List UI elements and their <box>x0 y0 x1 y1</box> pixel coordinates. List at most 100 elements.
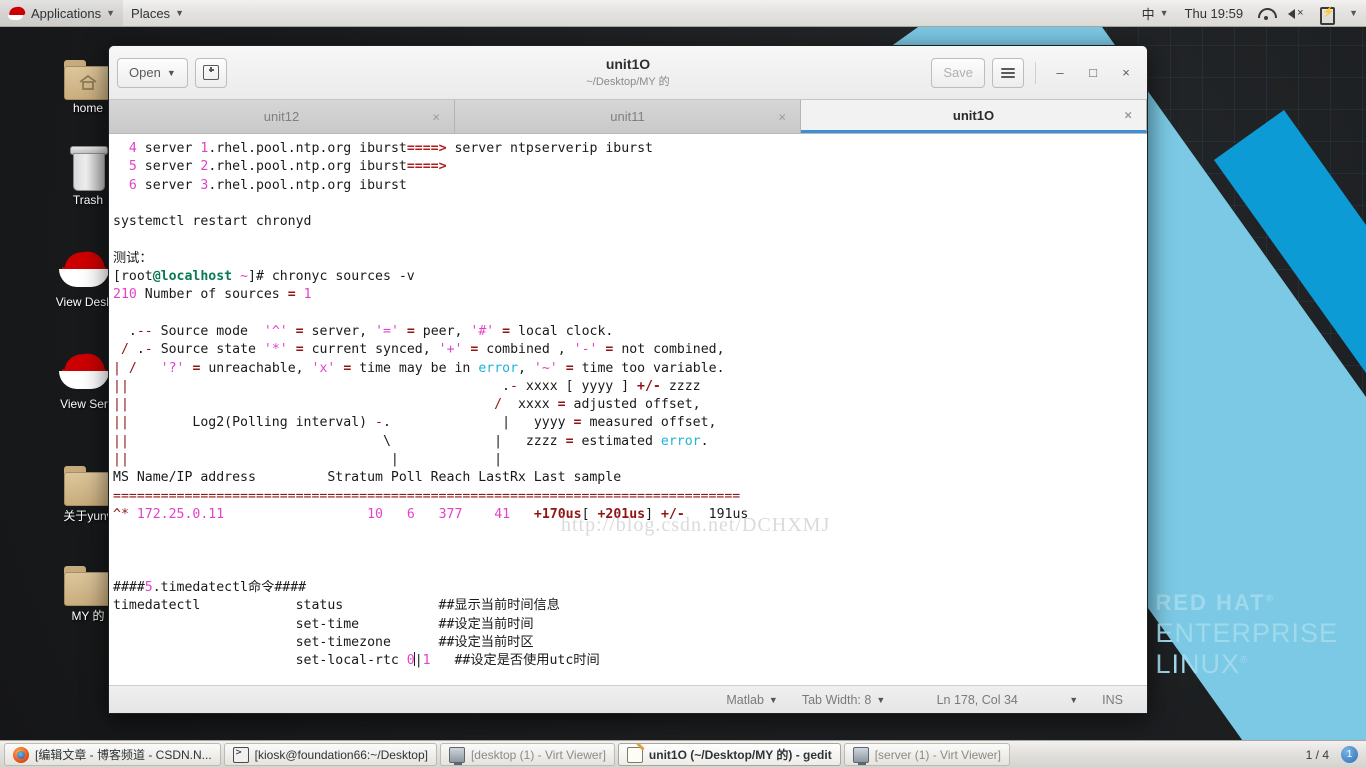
chevron-down-icon: ▼ <box>876 694 886 705</box>
hamburger-menu-icon <box>1001 66 1015 80</box>
chevron-down-icon: ▼ <box>768 694 778 705</box>
taskbar-item-label: [kiosk@foundation66:~/Desktop] <box>254 747 428 762</box>
taskbar-item-label: unit1O (~/Desktop/MY 的) - gedit <box>648 748 832 762</box>
text-cursor <box>414 652 416 667</box>
save-button-label: Save <box>943 65 973 80</box>
open-button[interactable]: Open ▼ <box>117 57 188 88</box>
taskbar-item-label: [server (1) - Virt Viewer] <box>874 747 1001 762</box>
tab-close-icon[interactable]: × <box>1124 108 1132 123</box>
language-label: Matlab <box>726 692 764 707</box>
maximize-button[interactable]: □ <box>1080 60 1106 86</box>
system-menu-chevron[interactable]: ▼ <box>1341 0 1366 26</box>
taskbar-item-label: [desktop (1) - Virt Viewer] <box>470 747 606 762</box>
menu-button[interactable] <box>992 57 1024 88</box>
editor-line: 测试： <box>113 250 153 266</box>
wallpaper-logo-line3: LINUX <box>1155 649 1240 679</box>
taskbar-item[interactable]: [编辑文章 - 博客频道 - CSDN.N... <box>4 743 221 766</box>
tab-close-icon[interactable]: × <box>432 109 440 124</box>
header-divider <box>1035 61 1036 84</box>
editor-line: || Log2(Polling interval) -. | yyyy = me… <box>113 415 717 431</box>
clock[interactable]: Thu 19:59 <box>1177 0 1252 26</box>
taskbar: [编辑文章 - 博客频道 - CSDN.N... [kiosk@foundatio… <box>0 740 1366 768</box>
speaker-muted-icon[interactable] <box>1286 4 1306 22</box>
tab-unit1O[interactable]: unit1O × <box>801 100 1147 133</box>
taskbar-item-label: [编辑文章 - 博客频道 - CSDN.N... <box>35 748 212 762</box>
editor-line: systemctl restart chronyd <box>113 214 312 230</box>
tab-label: unit11 <box>610 109 645 124</box>
tab-close-icon[interactable]: × <box>778 109 786 124</box>
editor-line: ^* 172.25.0.11 10 6 377 41 +170us[ +201u… <box>113 506 749 522</box>
battery-icon[interactable] <box>1316 4 1336 25</box>
terminal-icon <box>232 746 249 763</box>
cursor-position: Ln 178, Col 34 <box>897 693 1057 707</box>
editor-line: set-local-rtc 0|1 ##设定是否使用utc时间 <box>113 652 600 669</box>
top-panel-tray: 中 ▼ Thu 19:59 ▼ <box>1134 0 1366 26</box>
workspace-count-label: 1 / 4 <box>1305 747 1329 762</box>
workspace-switcher[interactable]: 1 / 4 1 <box>1302 746 1362 763</box>
places-menu[interactable]: Places ▼ <box>123 0 192 26</box>
open-button-label: Open <box>129 65 161 80</box>
editor-line: || .- xxxx [ yyyy ] +/- zzzz <box>113 378 701 394</box>
wallpaper-logo-line2: ENTERPRISE <box>1155 618 1338 648</box>
chevron-down-icon: ▼ <box>106 8 116 18</box>
status-bar: Matlab ▼ Tab Width: 8 ▼ Ln 178, Col 34 ▼… <box>109 685 1147 713</box>
tab-label: unit12 <box>263 109 300 124</box>
editor-line: [root@localhost ~]# chronyc sources -v <box>113 269 415 285</box>
chevron-down-icon: ▼ <box>166 67 176 78</box>
minimize-button[interactable]: – <box>1047 60 1073 86</box>
editor-text[interactable]: 4 server 1.rhel.pool.ntp.org iburst====>… <box>109 134 1147 685</box>
wallpaper-logo-line1: RED HAT <box>1155 590 1266 615</box>
editor-line: / .- Source state '*' = current synced, … <box>120 342 725 358</box>
input-method-label: 中 <box>1141 6 1155 22</box>
tab-unit11[interactable]: unit11 × <box>455 100 801 133</box>
chevron-down-icon: ▼ <box>1349 8 1358 18</box>
close-button[interactable]: × <box>1113 60 1139 86</box>
editor-line: ========================================… <box>113 488 741 504</box>
wallpaper-logo: RED HAT® ENTERPRISE LINUX® <box>1155 590 1338 679</box>
applications-menu-label: Applications <box>31 5 102 21</box>
insert-mode-indicator: INS <box>1090 693 1135 707</box>
language-selector[interactable]: Matlab ▼ <box>714 693 789 707</box>
gedit-window: Open ▼ unit1O ~/Desktop/MY 的 Save – □ × … <box>108 45 1148 714</box>
editor-line: | / '?' = unreachable, 'x' = time may be… <box>113 360 725 376</box>
chevron-down-icon: ▼ <box>175 8 184 18</box>
tab-bar: unit12 × unit11 × unit1O × <box>109 100 1147 134</box>
editor-line: || / xxxx = adjusted offset, <box>113 397 701 413</box>
taskbar-item[interactable]: [desktop (1) - Virt Viewer] <box>439 743 615 766</box>
insert-mode-label: INS <box>1102 692 1123 707</box>
tab-width-selector[interactable]: Tab Width: 8 ▼ <box>790 693 897 707</box>
workspace-badge[interactable]: 1 <box>1341 746 1358 763</box>
window-headerbar: Open ▼ unit1O ~/Desktop/MY 的 Save – □ × <box>109 46 1147 100</box>
firefox-icon <box>13 746 29 763</box>
editor-line: 6 server 3.rhel.pool.ntp.org iburst <box>128 177 407 193</box>
input-method-indicator[interactable]: 中 ▼ <box>1134 0 1177 26</box>
new-tab-button[interactable] <box>194 57 227 88</box>
editor-line: || | | <box>113 452 503 468</box>
editor-area[interactable]: 4 server 1.rhel.pool.ntp.org iburst====>… <box>109 134 1147 685</box>
vertical-scrollbar[interactable] <box>1133 134 1144 685</box>
editor-line: timedatectl status ##显示当前时间信息 <box>113 598 560 614</box>
taskbar-item[interactable]: [server (1) - Virt Viewer] <box>843 743 1010 766</box>
places-menu-label: Places <box>131 5 171 21</box>
editor-line: 5 server 2.rhel.pool.ntp.org iburst====> <box>128 159 447 175</box>
editor-line: 210 Number of sources = 1 <box>113 287 312 303</box>
save-button[interactable]: Save <box>931 57 985 88</box>
position-dropdown[interactable]: ▼ <box>1057 695 1090 705</box>
applications-menu[interactable]: Applications ▼ <box>0 0 124 26</box>
editor-line: .-- Source mode '^' = server, '=' = peer… <box>113 323 614 339</box>
taskbar-item[interactable]: [kiosk@foundation66:~/Desktop] <box>223 743 437 766</box>
editor-line: MS Name/IP address Stratum Poll Reach La… <box>113 470 622 486</box>
tab-unit12[interactable]: unit12 × <box>109 100 455 133</box>
editor-line: || \ | zzzz = estimated error. <box>113 433 709 449</box>
editor-line: set-time ##设定当前时间 <box>113 616 534 632</box>
house-glyph <box>79 75 97 90</box>
monitor-icon <box>852 746 869 765</box>
monitor-icon <box>448 746 465 765</box>
taskbar-item[interactable]: unit1O (~/Desktop/MY 的) - gedit <box>617 743 841 766</box>
wifi-icon[interactable] <box>1256 4 1278 22</box>
